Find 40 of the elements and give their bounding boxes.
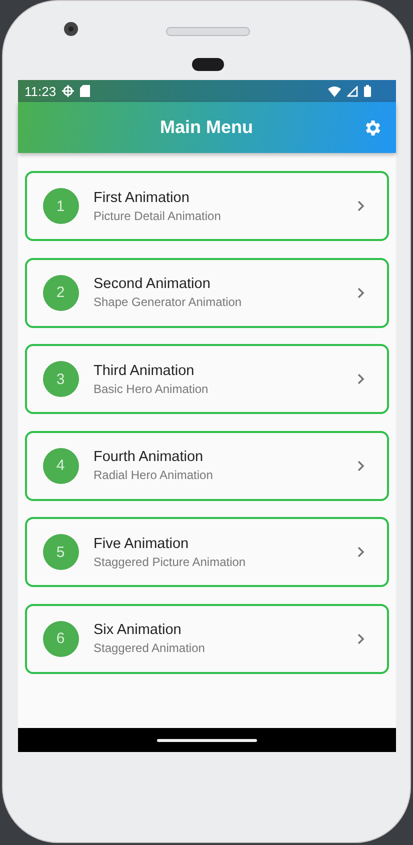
card-subtitle: Basic Hero Animation bbox=[94, 382, 210, 396]
chevron-right-icon bbox=[356, 632, 364, 644]
menu-card[interactable]: 5 Five Animation Staggered Picture Animation bbox=[24, 517, 388, 587]
chevron-right-icon bbox=[356, 200, 364, 212]
number-avatar: 4 bbox=[42, 448, 78, 484]
card-subtitle: Shape Generator Animation bbox=[94, 295, 243, 309]
menu-card[interactable]: 6 Six Animation Staggered Animation bbox=[24, 604, 388, 674]
sd-card-icon bbox=[80, 85, 90, 97]
menu-card[interactable]: 3 Third Animation Basic Hero Animation bbox=[24, 344, 388, 414]
camera-icon bbox=[63, 21, 79, 37]
card-title: Five Animation bbox=[94, 536, 190, 552]
app-title: Main Menu bbox=[160, 117, 253, 138]
gear-icon bbox=[62, 85, 74, 97]
menu-card[interactable]: 1 First Animation Picture Detail Animation bbox=[24, 171, 388, 241]
number-avatar: 6 bbox=[42, 620, 78, 656]
chevron-right-icon bbox=[356, 460, 364, 472]
home-indicator[interactable] bbox=[156, 738, 256, 742]
menu-card[interactable]: 4 Fourth Animation Radial Hero Animation bbox=[24, 430, 388, 500]
card-title: Second Animation bbox=[94, 276, 212, 292]
chevron-right-icon bbox=[356, 373, 364, 385]
sensor-icon bbox=[192, 58, 224, 71]
number-avatar: 1 bbox=[42, 188, 78, 224]
card-subtitle: Staggered Picture Animation bbox=[94, 554, 247, 568]
status-time: 11:23 bbox=[24, 84, 56, 98]
number-avatar: 3 bbox=[42, 361, 78, 397]
card-title: Third Animation bbox=[94, 362, 196, 378]
signal-icon bbox=[346, 86, 358, 96]
card-title: Fourth Animation bbox=[94, 449, 204, 465]
card-subtitle: Staggered Animation bbox=[94, 641, 206, 655]
card-title: First Animation bbox=[94, 190, 190, 206]
chevron-right-icon bbox=[356, 546, 364, 558]
card-subtitle: Radial Hero Animation bbox=[94, 468, 214, 482]
card-title: Six Animation bbox=[94, 622, 182, 638]
menu-card[interactable]: 2 Second Animation Shape Generator Animation bbox=[24, 258, 388, 328]
chevron-right-icon bbox=[356, 286, 364, 298]
card-subtitle: Picture Detail Animation bbox=[94, 208, 222, 222]
wifi-icon bbox=[328, 86, 340, 96]
number-avatar: 2 bbox=[42, 274, 78, 310]
battery-icon bbox=[364, 85, 370, 97]
number-avatar: 5 bbox=[42, 534, 78, 570]
